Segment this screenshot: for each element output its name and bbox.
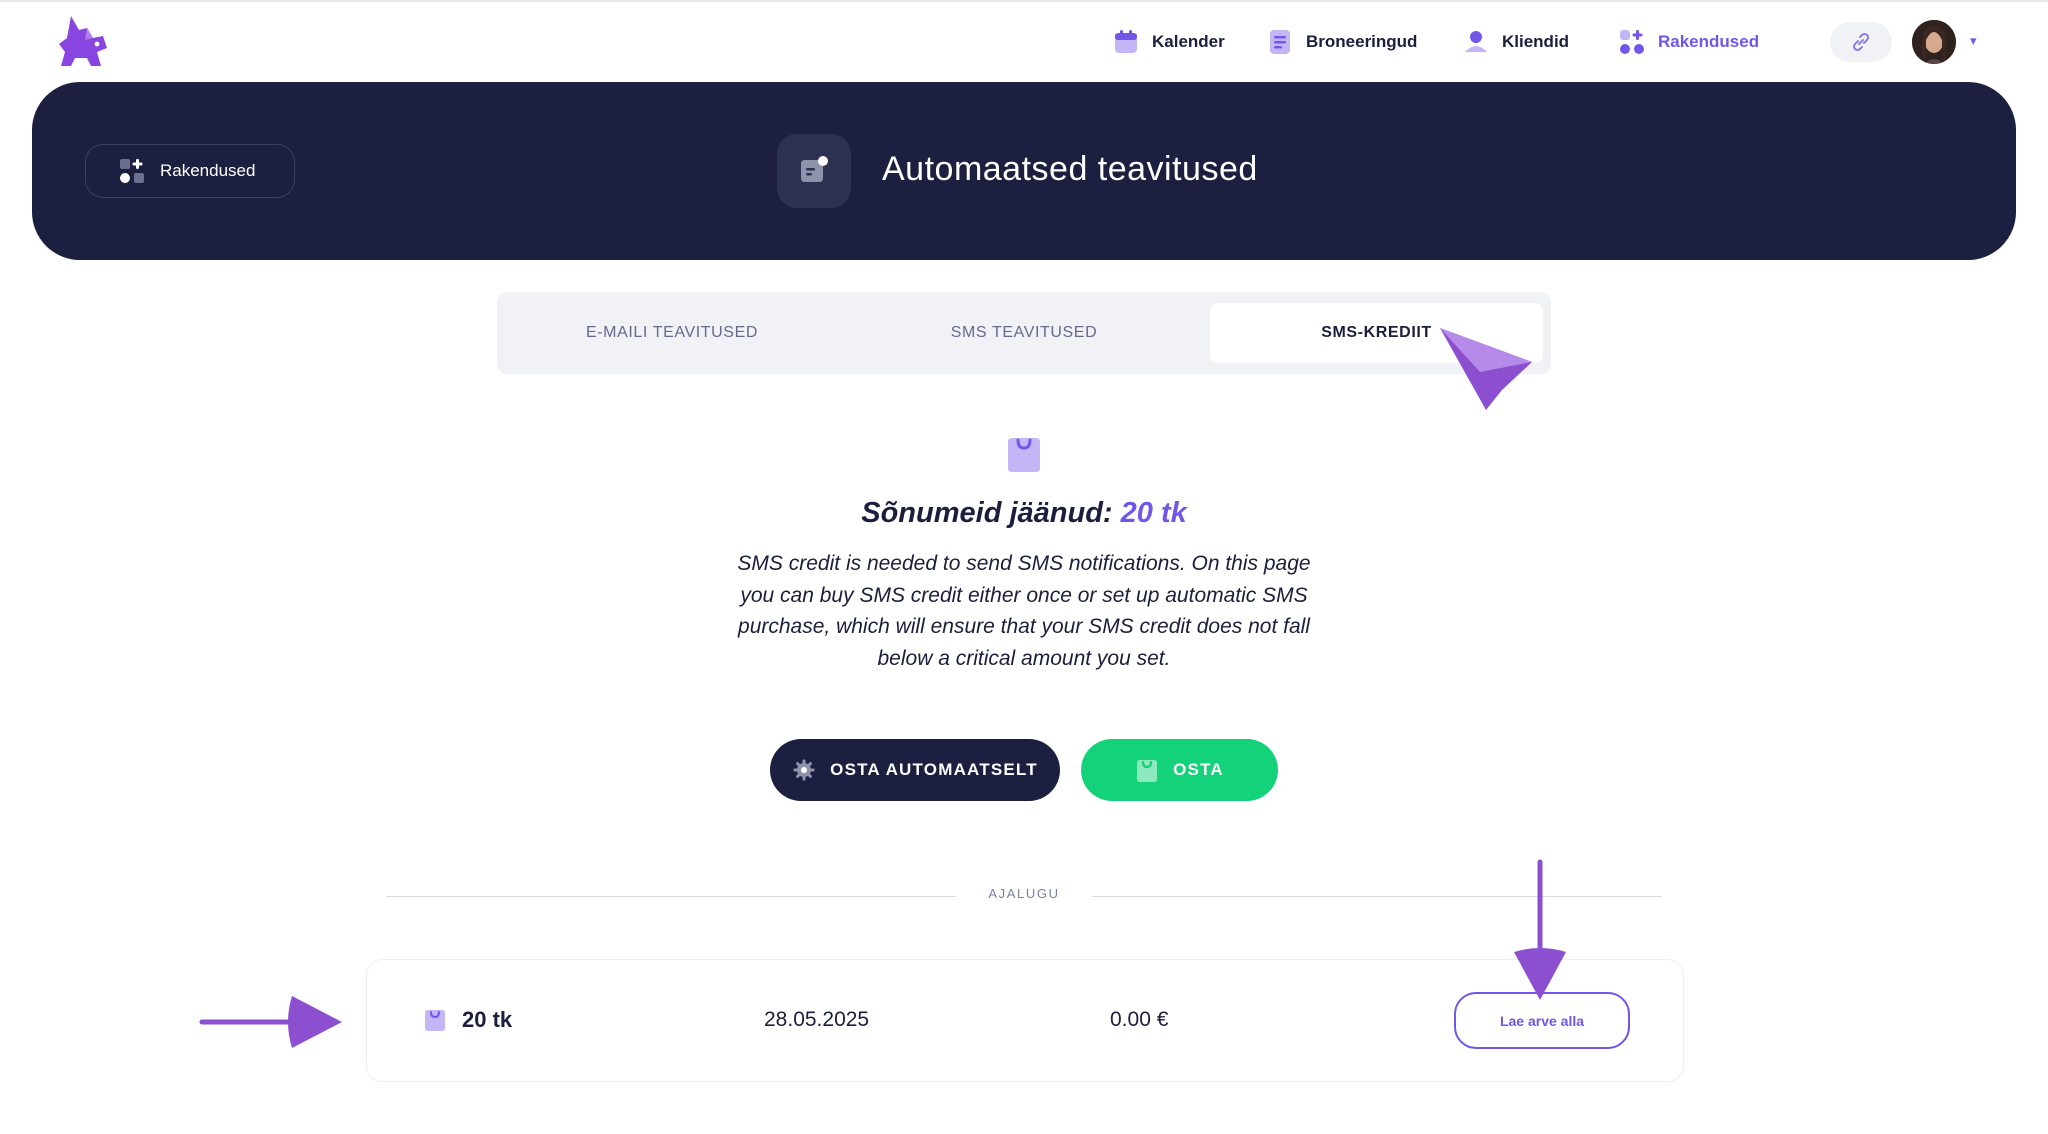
tab-sms-notifications[interactable]: SMS TEAVITUSED: [857, 303, 1191, 363]
credits-remaining-label: Sõnumeid jäänud:: [861, 497, 1113, 529]
nav-label: Broneeringud: [1306, 32, 1418, 51]
nav-label: Kliendid: [1502, 32, 1570, 51]
page-header: Rakendused Automaatsed teavitused: [32, 82, 2016, 260]
shopping-bag-icon: [425, 1010, 445, 1031]
tab-sms-credit[interactable]: SMS-KREDIIT: [1210, 303, 1543, 363]
divider: [386, 896, 956, 897]
history-amount: 0.00 €: [1110, 1008, 1169, 1031]
history-quantity: 20 tk: [462, 1007, 513, 1032]
calendar-icon: [1115, 30, 1137, 53]
page-title: Automaatsed teavitused: [882, 150, 1258, 188]
apps-grid-icon: [120, 159, 144, 183]
credits-remaining-heading: Sõnumeid jäänud: 20 tk: [0, 497, 2048, 530]
copy-link-button[interactable]: [1830, 22, 1892, 62]
credits-remaining-value: 20 tk: [1120, 497, 1187, 529]
chevron-down-icon[interactable]: ▾: [1970, 33, 1977, 49]
bookings-list-icon: [1270, 30, 1290, 54]
buy-automatically-label: OSTA AUTOMAATSELT: [830, 760, 1038, 779]
notification-chat-icon: [777, 134, 851, 208]
tab-bar: E-MAILI TEAVITUSED SMS TEAVITUSED SMS-KR…: [497, 292, 1551, 374]
back-to-apps-button[interactable]: Rakendused: [85, 144, 295, 198]
link-icon: [1852, 32, 1870, 52]
apps-grid-icon: [1620, 30, 1644, 54]
history-date: 28.05.2025: [764, 1008, 870, 1031]
back-button-label: Rakendused: [160, 161, 256, 180]
download-invoice-button[interactable]: Lae arve alla: [1454, 992, 1630, 1049]
shopping-bag-icon: [1008, 438, 1040, 472]
nav-rakendused[interactable]: Rakendused: [1618, 26, 1759, 58]
app-logo[interactable]: [57, 14, 109, 70]
nav-kliendid[interactable]: Kliendid: [1462, 26, 1569, 58]
nav-label: Kalender: [1152, 32, 1225, 51]
nav-label: Rakendused: [1658, 32, 1760, 51]
avatar-photo: [1912, 20, 1956, 64]
buy-label: OSTA: [1173, 760, 1224, 779]
clients-icon: [1465, 31, 1487, 52]
nav-kalender[interactable]: Kalender: [1112, 26, 1225, 58]
gear-icon: [793, 759, 815, 781]
credits-description: SMS credit is needed to send SMS notific…: [737, 552, 1311, 670]
nav-broneeringud[interactable]: Broneeringud: [1266, 26, 1417, 58]
buy-button[interactable]: OSTA: [1081, 739, 1278, 801]
history-row: 20 tk 28.05.2025 0.00 € Lae arve alla: [366, 959, 1684, 1082]
arrow-right-annotation: [199, 996, 342, 1048]
buy-automatically-button[interactable]: OSTA AUTOMAATSELT: [770, 739, 1060, 801]
avatar[interactable]: [1912, 20, 1956, 64]
tab-email-notifications[interactable]: E-MAILI TEAVITUSED: [505, 303, 839, 363]
top-border: [0, 0, 2048, 2]
divider: [1092, 896, 1662, 897]
history-heading: AJALUGU: [988, 886, 1060, 901]
shopping-bag-icon: [1137, 760, 1158, 782]
